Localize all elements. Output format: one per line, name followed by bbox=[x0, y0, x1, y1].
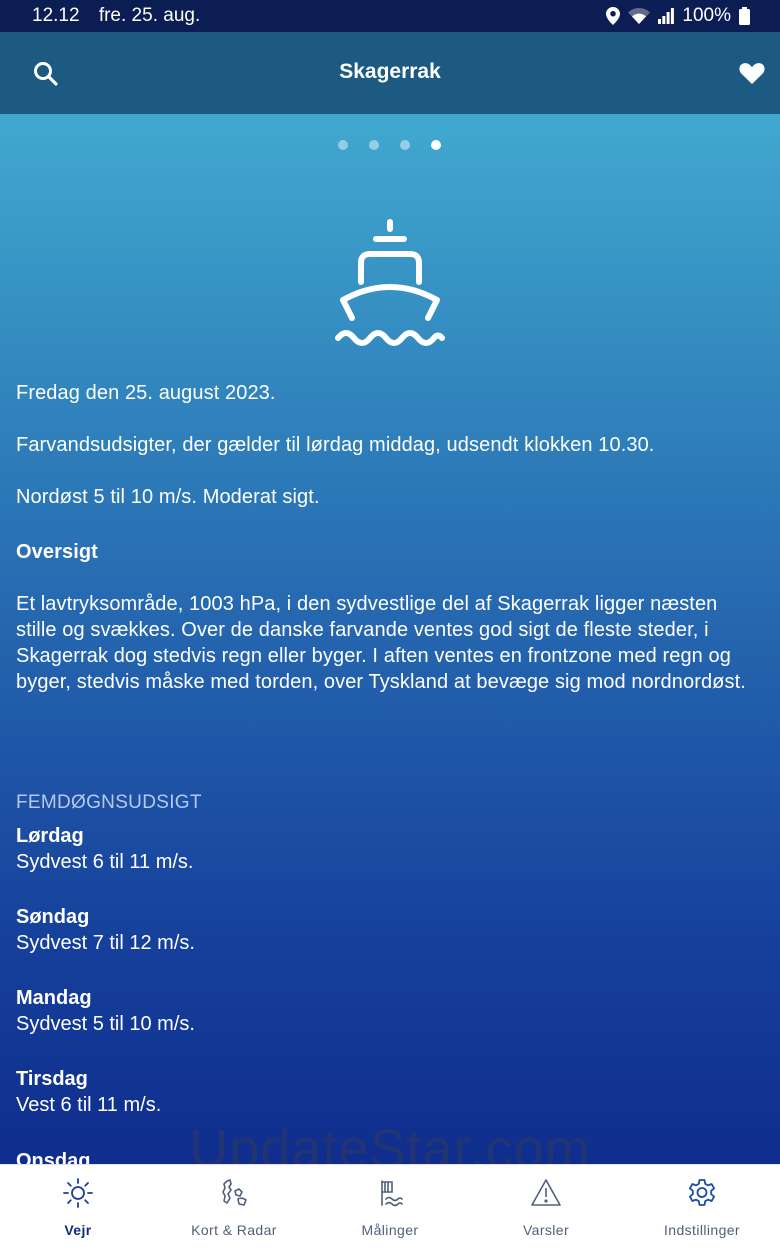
forecast-content[interactable]: Fredag den 25. august 2023. Farvandsudsi… bbox=[0, 114, 780, 1164]
battery-level: 100% bbox=[682, 5, 731, 26]
page-dot[interactable] bbox=[400, 140, 410, 150]
measurement-flag-icon bbox=[381, 1180, 403, 1207]
day-forecast: Tirsdag Vest 6 til 11 m/s. bbox=[16, 1066, 161, 1118]
nav-varsler[interactable]: Varsler bbox=[468, 1165, 624, 1249]
nav-vejr[interactable]: Vejr bbox=[0, 1165, 156, 1249]
ship-icon bbox=[335, 219, 445, 346]
nav-indstillinger[interactable]: Indstillinger bbox=[624, 1165, 780, 1249]
page-dot-active[interactable] bbox=[431, 140, 441, 150]
app-bar: Skagerrak bbox=[0, 32, 780, 114]
status-time: 12.12 bbox=[32, 5, 80, 26]
nav-label: Kort & Radar bbox=[191, 1222, 277, 1238]
day-text: Sydvest 5 til 10 m/s. bbox=[16, 1013, 195, 1035]
nav-label: Indstillinger bbox=[663, 1222, 740, 1238]
forecast-wind: Nordøst 5 til 10 m/s. Moderat sigt. bbox=[16, 486, 320, 508]
day-name: Tirsdag bbox=[16, 1068, 88, 1090]
day-forecast: Søndag Sydvest 7 til 12 m/s. bbox=[16, 904, 195, 956]
day-name: Lørdag bbox=[16, 825, 84, 847]
day-forecast: Lørdag Sydvest 6 til 11 m/s. bbox=[16, 823, 193, 875]
forecast-issued: Farvandsudsigter, der gælder til lørdag … bbox=[16, 434, 655, 456]
day-forecast: Mandag Sydvest 5 til 10 m/s. bbox=[16, 985, 195, 1037]
day-text: Vest 6 til 11 m/s. bbox=[16, 1094, 162, 1116]
bottom-nav: Vejr Kort & Radar Målinger Varsler Indst… bbox=[0, 1164, 780, 1249]
gear-icon bbox=[689, 1179, 715, 1206]
heart-icon[interactable] bbox=[738, 59, 766, 87]
day-text: Sydvest 6 til 11 m/s. bbox=[16, 851, 194, 873]
page-indicator bbox=[338, 140, 441, 150]
five-day-heading: FEMDØGNSUDSIGT bbox=[16, 792, 202, 813]
nav-kort-radar[interactable]: Kort & Radar bbox=[156, 1165, 312, 1249]
warning-icon bbox=[531, 1179, 561, 1206]
day-name: Mandag bbox=[16, 987, 92, 1009]
forecast-date: Fredag den 25. august 2023. bbox=[16, 382, 276, 404]
page-dot[interactable] bbox=[338, 140, 348, 150]
nav-malinger[interactable]: Målinger bbox=[312, 1165, 468, 1249]
overview-text: Et lavtryksområde, 1003 hPa, i den sydve… bbox=[16, 593, 746, 693]
day-text: Sydvest 7 til 12 m/s. bbox=[16, 932, 195, 954]
overview-heading: Oversigt bbox=[16, 541, 98, 563]
signal-icon bbox=[658, 8, 675, 24]
sun-icon bbox=[63, 1178, 93, 1208]
nav-label: Vejr bbox=[64, 1222, 92, 1238]
location-icon bbox=[606, 7, 621, 25]
page-title: Skagerrak bbox=[339, 60, 441, 83]
status-date: fre. 25. aug. bbox=[98, 5, 201, 26]
map-radar-icon bbox=[222, 1179, 247, 1206]
day-name: Søndag bbox=[16, 906, 90, 928]
battery-icon bbox=[739, 7, 750, 25]
nav-label: Varsler bbox=[522, 1222, 570, 1238]
day-forecast: Onsdag bbox=[16, 1148, 90, 1164]
status-bar: 12.12 fre. 25. aug. 100% bbox=[0, 0, 780, 32]
day-name: Onsdag bbox=[16, 1150, 91, 1164]
page-dot[interactable] bbox=[369, 140, 379, 150]
nav-label: Målinger bbox=[361, 1222, 419, 1238]
wifi-icon bbox=[628, 8, 651, 24]
